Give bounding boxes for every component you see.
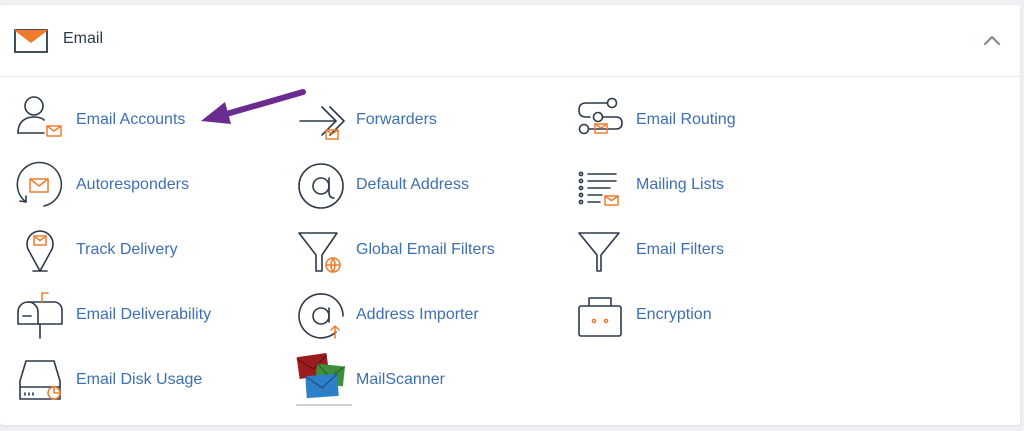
lock-icon [578,297,622,337]
item-label: Email Accounts [76,111,186,128]
item-label: Mailing Lists [636,176,725,193]
item-label: Email Deliverability [76,306,212,323]
section-title: Email [63,30,104,47]
map-pin-envelope-icon [26,230,54,272]
routing-icon [578,97,623,135]
email-section-panel: Email Email Accounts Forwarders Email Ro… [0,5,1020,425]
item-label: Default Address [356,176,469,193]
envelope-icon [14,29,48,53]
chevron-up-icon[interactable] [980,33,1004,49]
item-label: MailScanner [356,371,445,388]
user-envelope-icon [17,96,62,137]
at-import-icon [298,293,344,339]
item-label: Email Disk Usage [76,371,203,388]
email-section-header[interactable]: Email [0,5,1020,77]
item-label: Email Filters [636,241,725,258]
item-label: Autoresponders [76,176,189,193]
item-label: Global Email Filters [356,241,495,258]
mailbox-icon [17,292,63,339]
forward-arrows-icon [299,106,345,140]
autoresponder-icon [16,161,63,207]
mailing-list-icon [578,171,619,206]
at-sign-icon [298,163,344,209]
item-label: Forwarders [356,111,437,128]
item-label: Address Importer [356,306,479,323]
item-label: Track Delivery [76,241,178,258]
mailscanner-logo-icon [296,353,352,406]
funnel-icon [578,232,620,272]
item-label: Email Routing [636,111,736,128]
disk-usage-icon [19,360,61,400]
funnel-globe-icon [298,232,341,273]
item-label: Encryption [636,306,712,323]
